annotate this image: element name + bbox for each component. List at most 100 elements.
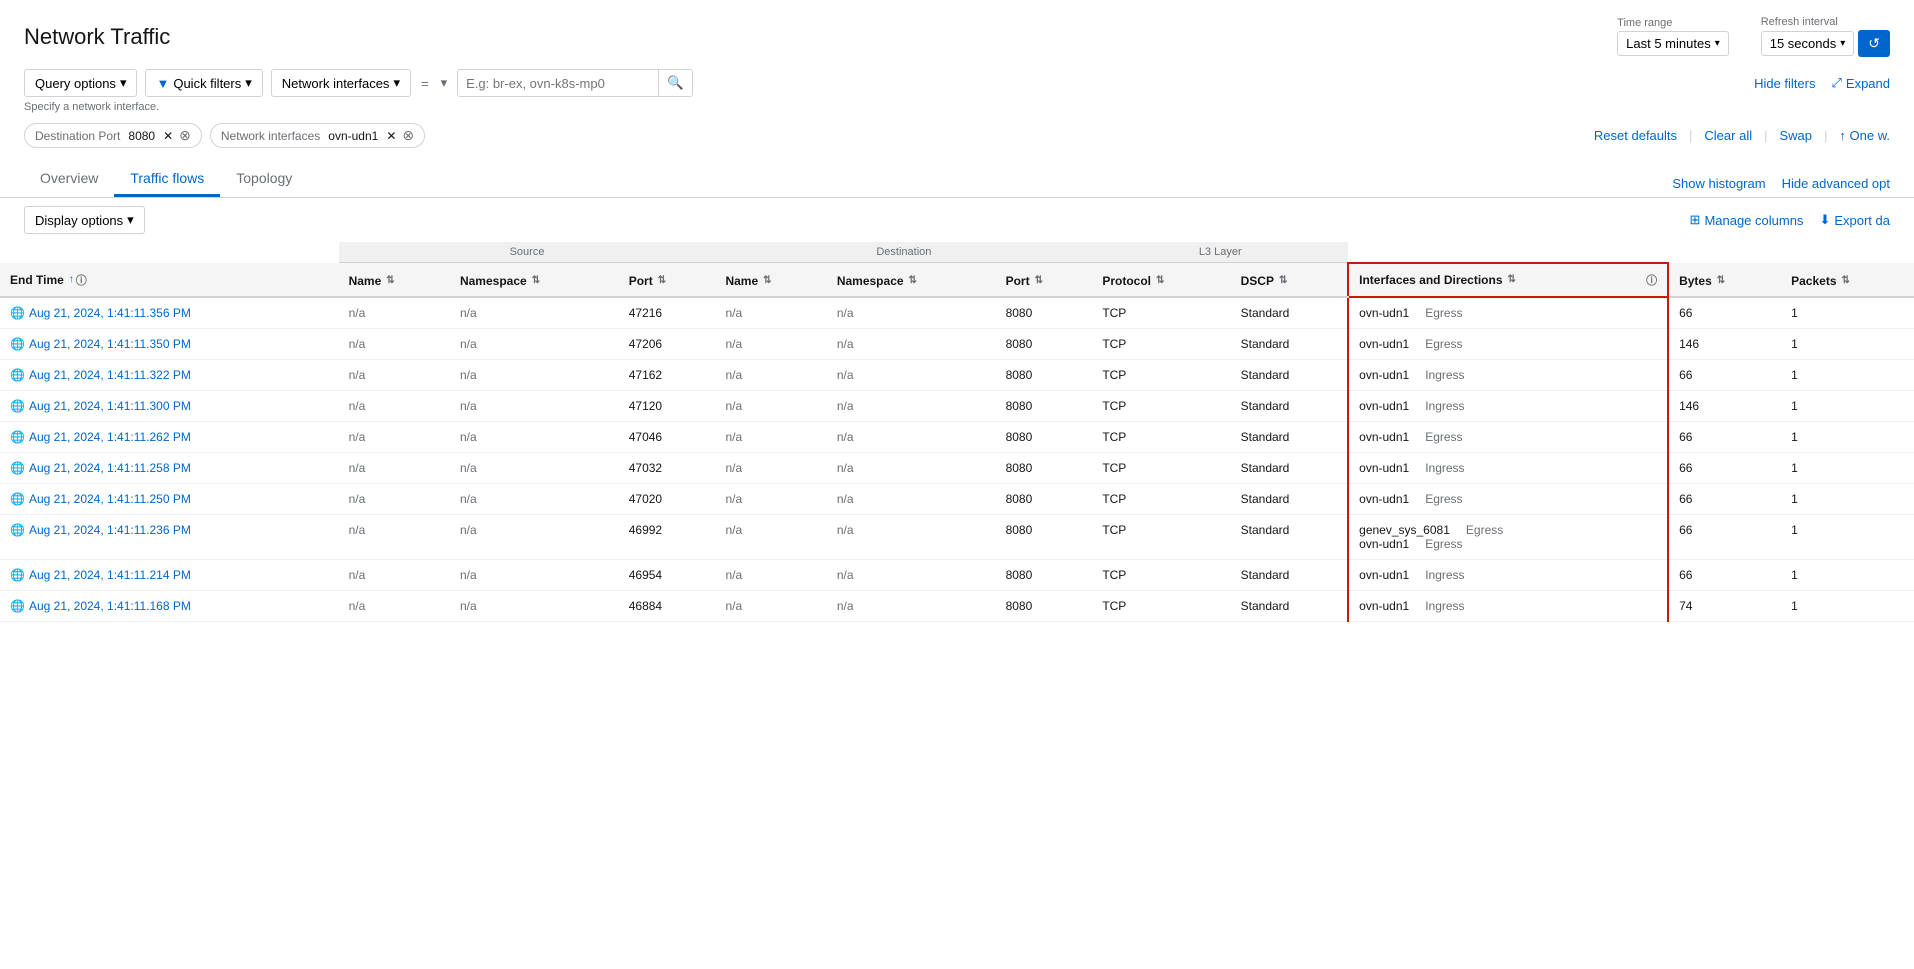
src-port-sort-icon[interactable]: ⇅ <box>658 275 666 286</box>
table-row[interactable]: 🌐Aug 21, 2024, 1:41:11.322 PMn/an/a47162… <box>0 359 1914 390</box>
cell-interfaces: ovn-udn1Ingress <box>1348 452 1668 483</box>
dst-ns-sort-icon[interactable]: ⇅ <box>909 275 917 286</box>
src-name-sort-icon[interactable]: ⇅ <box>386 275 394 286</box>
filter-search-icon-button[interactable]: 🔍 <box>658 70 692 96</box>
network-interfaces-button[interactable]: Network interfaces ▾ <box>271 69 411 97</box>
refresh-interval-select[interactable]: 15 seconds ▾ <box>1761 31 1855 56</box>
network-interfaces-remove-button[interactable]: ✕ <box>386 129 396 143</box>
network-interfaces-clear-button[interactable]: ⊗ <box>402 127 414 144</box>
tab-topology[interactable]: Topology <box>220 162 308 197</box>
table-row[interactable]: 🌐Aug 21, 2024, 1:41:11.214 PMn/an/a46954… <box>0 559 1914 590</box>
col-dst-port-header: Port⇅ <box>996 263 1093 297</box>
show-histogram-button[interactable]: Show histogram <box>1672 176 1765 191</box>
display-options-bar: Display options ▾ ⊞ Manage columns ⬇ Exp… <box>0 198 1914 242</box>
time-range-block: Time range Last 5 minutes ▾ <box>1617 17 1729 56</box>
cell-protocol: TCP <box>1092 590 1230 621</box>
network-interfaces-caret-icon: ▾ <box>393 75 400 91</box>
filter-icon: ▼ <box>156 76 169 91</box>
cell-interfaces: ovn-udn1Egress <box>1348 421 1668 452</box>
cell-src-port: 47206 <box>619 328 716 359</box>
dst-name-sort-icon[interactable]: ⇅ <box>763 275 771 286</box>
quick-filters-button[interactable]: ▼ Quick filters ▾ <box>145 69 262 97</box>
display-bar-right: ⊞ Manage columns ⬇ Export da <box>1690 212 1890 228</box>
cell-bytes: 66 <box>1668 452 1781 483</box>
globe-icon: 🌐 <box>10 523 25 537</box>
export-icon: ⬇ <box>1819 212 1830 228</box>
active-filters-bar: Destination Port 8080 ✕ ⊗ Network interf… <box>0 117 1914 154</box>
dscp-sort-icon[interactable]: ⇅ <box>1279 275 1287 286</box>
display-options-button[interactable]: Display options ▾ <box>24 206 145 234</box>
cell-dscp: Standard <box>1231 328 1349 359</box>
cell-end-time: 🌐Aug 21, 2024, 1:41:11.356 PM <box>0 297 339 329</box>
table-row[interactable]: 🌐Aug 21, 2024, 1:41:11.168 PMn/an/a46884… <box>0 590 1914 621</box>
cell-dscp: Standard <box>1231 452 1349 483</box>
cell-dst-name: n/a <box>715 514 826 559</box>
protocol-sort-icon[interactable]: ⇅ <box>1156 275 1164 286</box>
tabs-right-actions: Show histogram Hide advanced opt <box>1672 176 1890 197</box>
iface-info-icon[interactable]: ⓘ <box>1646 272 1657 288</box>
tab-traffic-flows[interactable]: Traffic flows <box>114 162 220 197</box>
table-row[interactable]: 🌐Aug 21, 2024, 1:41:11.350 PMn/an/a47206… <box>0 328 1914 359</box>
globe-icon: 🌐 <box>10 599 25 613</box>
cell-src-namespace: n/a <box>450 390 619 421</box>
cell-dst-name: n/a <box>715 452 826 483</box>
cell-packets: 1 <box>1781 390 1914 421</box>
col-packets-header: Packets⇅ <box>1781 263 1914 297</box>
bytes-sort-icon[interactable]: ⇅ <box>1717 275 1725 286</box>
cell-dscp: Standard <box>1231 421 1349 452</box>
cell-dst-port: 8080 <box>996 390 1093 421</box>
packets-sort-icon[interactable]: ⇅ <box>1842 275 1850 286</box>
time-range-caret-icon: ▾ <box>1715 38 1720 49</box>
cell-protocol: TCP <box>1092 390 1230 421</box>
destination-port-remove-button[interactable]: ✕ <box>163 129 173 143</box>
one-way-button[interactable]: ↑ One w. <box>1839 128 1890 143</box>
end-time-info-icon[interactable]: ⓘ <box>76 272 87 288</box>
tabs-row: Overview Traffic flows Topology Show his… <box>0 154 1914 198</box>
export-data-button[interactable]: ⬇ Export da <box>1819 212 1890 228</box>
iface-sort-icon[interactable]: ⇅ <box>1508 274 1516 285</box>
table-row[interactable]: 🌐Aug 21, 2024, 1:41:11.258 PMn/an/a47032… <box>0 452 1914 483</box>
query-options-button[interactable]: Query options ▾ <box>24 69 137 97</box>
table-row[interactable]: 🌐Aug 21, 2024, 1:41:11.300 PMn/an/a47120… <box>0 390 1914 421</box>
table-row[interactable]: 🌐Aug 21, 2024, 1:41:11.236 PMn/an/a46992… <box>0 514 1914 559</box>
destination-port-clear-button[interactable]: ⊗ <box>179 127 191 144</box>
manage-columns-button[interactable]: ⊞ Manage columns <box>1690 212 1804 228</box>
cell-src-port: 47046 <box>619 421 716 452</box>
cell-dst-namespace: n/a <box>827 297 996 329</box>
quick-filters-caret-icon: ▾ <box>245 75 252 91</box>
cell-packets: 1 <box>1781 514 1914 559</box>
group-header-empty <box>0 242 339 263</box>
cell-src-namespace: n/a <box>450 514 619 559</box>
table-row[interactable]: 🌐Aug 21, 2024, 1:41:11.356 PMn/an/a47216… <box>0 297 1914 329</box>
end-time-sort-icon[interactable]: ↑ <box>69 274 74 285</box>
cell-dst-port: 8080 <box>996 328 1093 359</box>
table-row[interactable]: 🌐Aug 21, 2024, 1:41:11.250 PMn/an/a47020… <box>0 483 1914 514</box>
time-range-select[interactable]: Last 5 minutes ▾ <box>1617 31 1729 56</box>
cell-interfaces: ovn-udn1Egress <box>1348 297 1668 329</box>
cell-bytes: 146 <box>1668 328 1781 359</box>
cell-dst-port: 8080 <box>996 452 1093 483</box>
hide-advanced-button[interactable]: Hide advanced opt <box>1782 176 1890 191</box>
cell-dst-name: n/a <box>715 590 826 621</box>
cell-dst-port: 8080 <box>996 590 1093 621</box>
table-row[interactable]: 🌐Aug 21, 2024, 1:41:11.262 PMn/an/a47046… <box>0 421 1914 452</box>
cell-dst-namespace: n/a <box>827 390 996 421</box>
tab-overview[interactable]: Overview <box>24 162 114 197</box>
cell-protocol: TCP <box>1092 559 1230 590</box>
cell-protocol: TCP <box>1092 514 1230 559</box>
src-ns-sort-icon[interactable]: ⇅ <box>532 275 540 286</box>
cell-dscp: Standard <box>1231 559 1349 590</box>
refresh-button[interactable]: ↺ <box>1858 30 1890 57</box>
group-header-row: Source Destination L3 Layer <box>0 242 1914 263</box>
cell-protocol: TCP <box>1092 297 1230 329</box>
reset-defaults-button[interactable]: Reset defaults <box>1594 128 1677 143</box>
display-options-caret-icon: ▾ <box>127 212 134 228</box>
dst-port-sort-icon[interactable]: ⇅ <box>1035 275 1043 286</box>
swap-button[interactable]: Swap <box>1779 128 1812 143</box>
col-dst-ns-header: Namespace⇅ <box>827 263 996 297</box>
expand-button[interactable]: ⤢ Expand <box>1832 75 1891 91</box>
hide-filters-button[interactable]: Hide filters <box>1754 76 1815 91</box>
cell-dst-port: 8080 <box>996 483 1093 514</box>
clear-all-button[interactable]: Clear all <box>1704 128 1752 143</box>
filter-search-input[interactable] <box>458 71 658 96</box>
